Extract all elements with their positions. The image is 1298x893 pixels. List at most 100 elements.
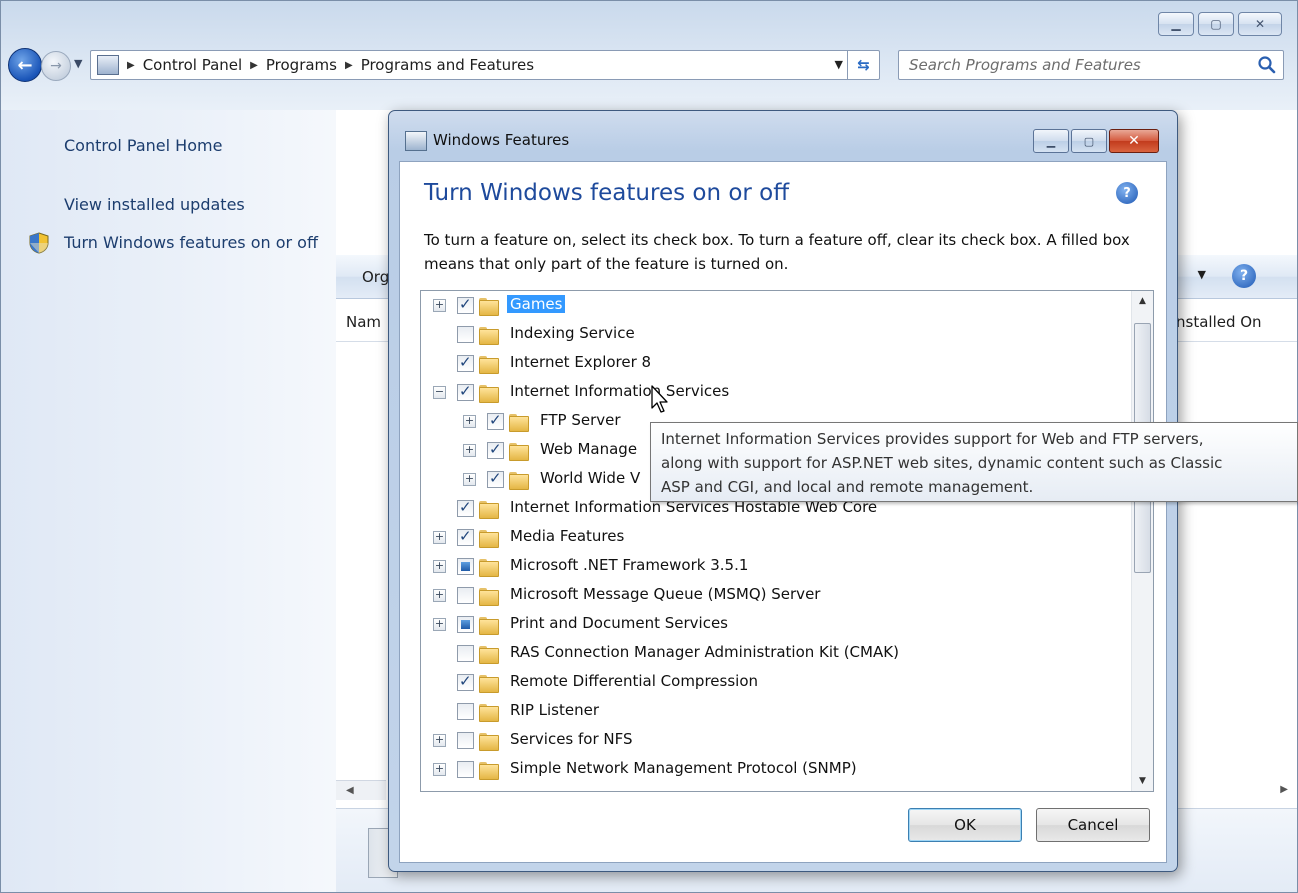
feature-label[interactable]: Microsoft Message Queue (MSMQ) Server [510, 585, 820, 603]
address-dropdown-icon[interactable]: ▼ [835, 58, 843, 71]
feature-row[interactable]: + Services for NFS [421, 726, 1121, 755]
feature-row[interactable]: RAS Connection Manager Administration Ki… [421, 639, 1121, 668]
scroll-down-icon[interactable]: ▼ [1132, 771, 1153, 791]
control-panel-home-link[interactable]: Control Panel Home [64, 135, 222, 157]
feature-row[interactable]: + Print and Document Services [421, 610, 1121, 639]
feature-label[interactable]: Indexing Service [510, 324, 635, 342]
feature-checkbox[interactable] [457, 326, 474, 343]
help-icon[interactable]: ? [1232, 264, 1256, 288]
feature-checkbox[interactable] [457, 353, 474, 372]
turn-windows-features-link[interactable]: Turn Windows features on or off [64, 232, 324, 254]
feature-label[interactable]: Remote Differential Compression [510, 672, 758, 690]
folder-icon [479, 702, 499, 722]
search-input[interactable] [909, 55, 1239, 75]
address-bar[interactable]: ▶ Control Panel ▶ Programs ▶ Programs an… [90, 50, 880, 80]
forward-button[interactable]: → [41, 51, 71, 81]
feature-checkbox[interactable] [457, 527, 474, 546]
back-button[interactable]: ← [8, 48, 42, 82]
close-icon: ✕ [1128, 133, 1140, 149]
ok-button[interactable]: OK [908, 808, 1022, 842]
scroll-left-icon[interactable]: ◀ [336, 780, 386, 800]
feature-label[interactable]: World Wide V [540, 469, 640, 487]
feature-label[interactable]: Media Features [510, 527, 624, 545]
breadcrumb-programs-and-features[interactable]: Programs and Features [361, 56, 534, 74]
recent-pages-dropdown[interactable]: ▼ [74, 57, 82, 70]
feature-row[interactable]: Internet Explorer 8 [421, 349, 1121, 378]
expand-icon[interactable]: + [463, 415, 476, 428]
expand-icon[interactable]: + [433, 560, 446, 573]
views-dropdown-icon[interactable]: ▼ [1198, 268, 1206, 281]
scroll-right-icon[interactable]: ▶ [1280, 784, 1288, 795]
feature-label[interactable]: Print and Document Services [510, 614, 728, 632]
cancel-button[interactable]: Cancel [1036, 808, 1150, 842]
search-box[interactable] [898, 50, 1284, 80]
dialog-minimize-button[interactable]: ▁ [1033, 129, 1069, 153]
dialog-close-button[interactable]: ✕ [1109, 129, 1159, 153]
feature-checkbox[interactable] [487, 411, 504, 430]
expand-icon[interactable]: + [433, 734, 446, 747]
feature-row[interactable]: Remote Differential Compression [421, 668, 1121, 697]
feature-checkbox[interactable] [457, 616, 474, 633]
dialog-maximize-button[interactable]: ▢ [1071, 129, 1107, 153]
feature-checkbox[interactable] [457, 558, 474, 575]
feature-label[interactable]: Simple Network Management Protocol (SNMP… [510, 759, 857, 777]
scroll-up-icon[interactable]: ▲ [1132, 291, 1153, 311]
feature-row[interactable]: − Internet Information Services [421, 378, 1121, 407]
breadcrumb-programs[interactable]: Programs [266, 56, 337, 74]
refresh-button[interactable]: ⇆ [847, 50, 879, 80]
dialog-help-icon[interactable]: ? [1116, 182, 1138, 204]
feature-checkbox[interactable] [457, 732, 474, 749]
minimize-icon: ▁ [1046, 134, 1056, 148]
feature-checkbox[interactable] [487, 440, 504, 459]
expand-icon[interactable]: + [433, 531, 446, 544]
close-button[interactable]: ✕ [1238, 12, 1282, 36]
breadcrumb-separator-icon[interactable]: ▶ [345, 60, 353, 71]
column-header-installed-on[interactable]: nstalled On [1176, 313, 1262, 331]
folder-icon [479, 644, 499, 664]
maximize-button[interactable]: ▢ [1198, 12, 1234, 36]
expand-icon[interactable]: + [463, 444, 476, 457]
feature-label[interactable]: Web Manage [540, 440, 637, 458]
feature-row[interactable]: RIP Listener [421, 697, 1121, 726]
feature-label[interactable]: RIP Listener [510, 701, 599, 719]
feature-checkbox[interactable] [457, 498, 474, 517]
view-installed-updates-link[interactable]: View installed updates [64, 194, 245, 216]
collapse-icon[interactable]: − [433, 386, 446, 399]
feature-row[interactable]: + Media Features [421, 523, 1121, 552]
feature-row[interactable]: + Simple Network Management Protocol (SNM… [421, 755, 1121, 784]
feature-checkbox[interactable] [457, 382, 474, 401]
organize-menu[interactable]: Org [362, 268, 389, 286]
tree-vertical-scrollbar[interactable]: ▲ ▼ [1131, 291, 1153, 791]
expand-icon[interactable]: + [433, 618, 446, 631]
expand-icon[interactable]: + [433, 589, 446, 602]
expand-icon[interactable]: + [433, 299, 446, 312]
feature-row[interactable]: Indexing Service [421, 320, 1121, 349]
feature-label[interactable]: RAS Connection Manager Administration Ki… [510, 643, 899, 661]
expand-icon[interactable]: + [433, 763, 446, 776]
feature-checkbox[interactable] [457, 703, 474, 720]
feature-label[interactable]: Games [507, 295, 566, 313]
feature-label[interactable]: FTP Server [540, 411, 621, 429]
feature-row[interactable]: + Games [421, 291, 1121, 320]
minimize-button[interactable]: ▁ [1158, 12, 1194, 36]
breadcrumb-separator-icon[interactable]: ▶ [250, 60, 258, 71]
expand-icon[interactable]: + [463, 473, 476, 486]
breadcrumb-control-panel[interactable]: Control Panel [143, 56, 242, 74]
minimize-icon: ▁ [1171, 17, 1181, 31]
feature-label[interactable]: Internet Information Services [510, 382, 729, 400]
feature-checkbox[interactable] [457, 761, 474, 778]
breadcrumb-separator-icon[interactable]: ▶ [127, 60, 135, 71]
feature-checkbox[interactable] [457, 672, 474, 691]
column-header-name[interactable]: Nam [346, 313, 381, 331]
feature-row[interactable]: + Microsoft .NET Framework 3.5.1 [421, 552, 1121, 581]
feature-label[interactable]: Services for NFS [510, 730, 633, 748]
feature-row[interactable]: + Microsoft Message Queue (MSMQ) Server [421, 581, 1121, 610]
feature-label[interactable]: Internet Explorer 8 [510, 353, 651, 371]
feature-checkbox[interactable] [457, 645, 474, 662]
feature-checkbox[interactable] [457, 587, 474, 604]
feature-checkbox[interactable] [457, 295, 474, 314]
search-icon[interactable] [1257, 55, 1277, 75]
feature-checkbox[interactable] [487, 469, 504, 488]
feature-label[interactable]: Microsoft .NET Framework 3.5.1 [510, 556, 748, 574]
tooltip-line: Internet Information Services provides s… [661, 430, 1204, 448]
